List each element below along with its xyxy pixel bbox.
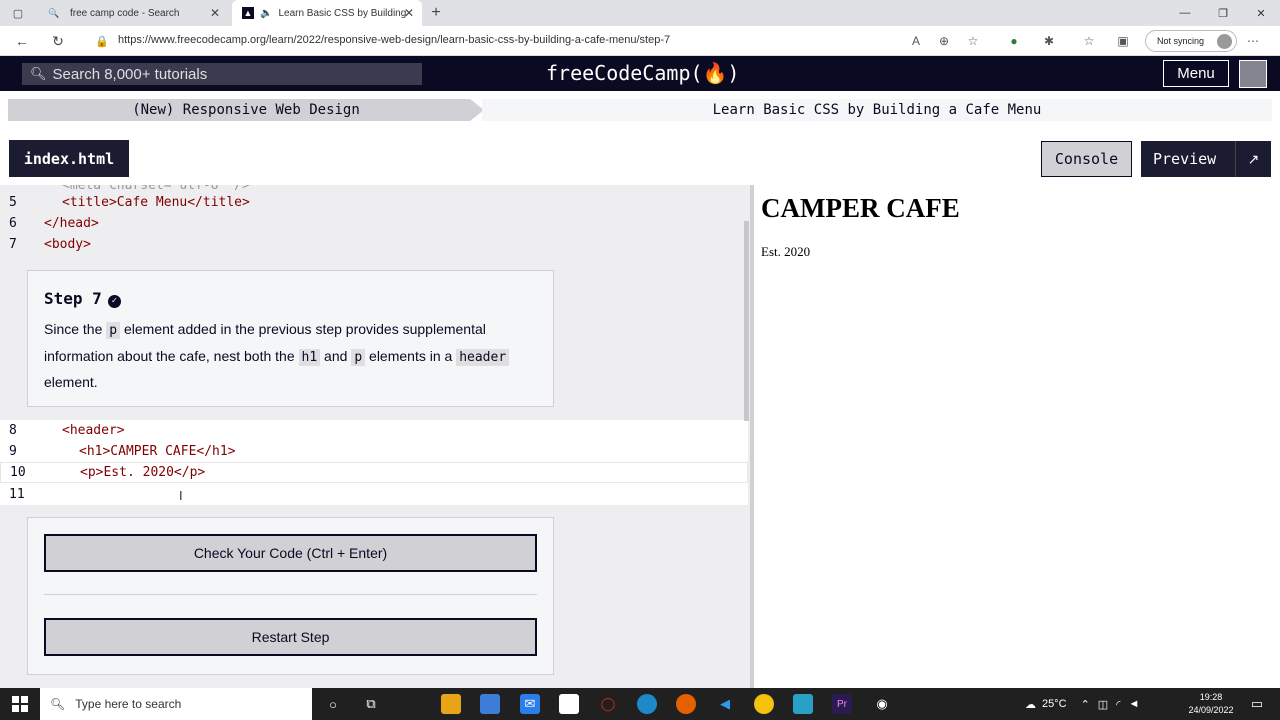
file-explorer-icon[interactable] (441, 694, 461, 714)
mail-icon[interactable]: ✉ (520, 694, 540, 714)
search-placeholder: Search 8,000+ tutorials (52, 65, 208, 83)
maximize-icon[interactable]: ❐ (1204, 0, 1242, 26)
taskbar-search-box[interactable]: 🔍︎ Type here to search (40, 688, 312, 720)
zoom-icon[interactable]: ⊕ (935, 32, 953, 50)
premiere-pro-icon[interactable]: Pr (832, 694, 852, 714)
preview-button[interactable]: Preview ↗ (1141, 141, 1271, 177)
windows-taskbar: 🔍︎ Type here to search ○ ⧉ ✉ ◯ ◀ Pr ◉ ☁ … (0, 688, 1280, 720)
file-tab-index-html[interactable]: index.html (9, 140, 129, 177)
weather-cloud-icon[interactable]: ☁ (1025, 698, 1036, 711)
code-line: 7 <body> (9, 237, 91, 252)
edge-icon[interactable] (637, 694, 657, 714)
read-aloud-icon[interactable]: A (907, 32, 925, 50)
user-avatar[interactable] (1239, 60, 1267, 88)
tab-title: Learn Basic CSS by Building (278, 7, 407, 19)
text-cursor-icon: I (179, 488, 183, 503)
check-code-button[interactable]: Check Your Code (Ctrl + Enter) (44, 534, 537, 572)
back-icon[interactable]: ← (12, 31, 32, 51)
date: 24/09/2022 (1188, 705, 1234, 715)
search-icon: 🔍︎ (30, 66, 47, 81)
minimize-icon[interactable]: — (1166, 0, 1204, 26)
check-circle-icon: ✓ (107, 295, 121, 308)
close-window-icon[interactable]: ✕ (1242, 0, 1280, 26)
breadcrumb-project[interactable]: Learn Basic CSS by Building a Cafe Menu (482, 99, 1272, 121)
cortana-icon[interactable]: ○ (323, 694, 343, 714)
search-favicon-icon: 🔍 (48, 7, 60, 18)
browser-toolbar: ← ↻ 🔒 https://www.freecodecamp.org/learn… (0, 26, 1280, 56)
task-view-icon[interactable]: ⧉ (361, 694, 381, 714)
close-tab-icon[interactable]: ✕ (404, 6, 414, 20)
profile-avatar-icon (1217, 34, 1232, 49)
code-line[interactable]: 11 (0, 484, 748, 505)
profile-sync-button[interactable]: Not syncing (1145, 30, 1237, 52)
code-line-active[interactable]: 10 <p>Est. 2020</p> (0, 462, 748, 483)
restart-step-button[interactable]: Restart Step (44, 618, 537, 656)
preview-paragraph: Est. 2020 (761, 244, 811, 259)
network-icon[interactable]: ◫ (1098, 698, 1108, 711)
app-icon[interactable] (793, 694, 813, 714)
lock-icon[interactable]: 🔒 (92, 31, 112, 51)
editable-code-region[interactable]: 8 <header> 9 <h1>CAMPER CAFE</h1> 10 <p>… (0, 420, 748, 505)
tab-title: free camp code - Search (70, 7, 180, 19)
browser-tab-strip: ▢ 🔍 free camp code - Search ✕ ▲ 🔈 Learn … (0, 0, 1280, 26)
store-icon[interactable] (480, 694, 500, 714)
fcc-navbar: 🔍︎ Search 8,000+ tutorials freeCodeCamp(… (0, 56, 1280, 91)
tutorial-search-input[interactable]: 🔍︎ Search 8,000+ tutorials (22, 63, 422, 85)
close-tab-icon[interactable]: ✕ (210, 6, 220, 20)
new-tab-icon[interactable]: + (426, 3, 446, 23)
code-editor[interactable]: <meta charset="utf-8" /> 5 <title>Cafe M… (0, 185, 750, 688)
address-bar[interactable]: https://www.freecodecamp.org/learn/2022/… (118, 34, 670, 46)
wifi-icon[interactable]: ◜ (1116, 698, 1120, 711)
divider (44, 594, 537, 595)
browser-tab-search[interactable]: 🔍 free camp code - Search ✕ (38, 0, 228, 26)
chrome-icon[interactable] (754, 694, 774, 714)
clock[interactable]: 19:28 24/09/2022 (1186, 691, 1236, 717)
step-title: Step 7 ✓ (44, 289, 121, 308)
chevron-up-icon[interactable]: ⌃ (1081, 698, 1090, 711)
speaker-icon[interactable]: 🔈 (260, 8, 272, 19)
external-link-icon[interactable]: ↗ (1235, 141, 1271, 177)
console-button[interactable]: Console (1041, 141, 1132, 177)
recording-app-icon[interactable]: ◉ (872, 694, 892, 714)
opera-icon[interactable]: ◯ (598, 694, 618, 714)
sync-label: Not syncing (1157, 36, 1205, 46)
preview-heading: CAMPER CAFE (761, 193, 960, 223)
favorites-icon[interactable]: ☆ (1080, 32, 1098, 50)
preview-pane: CAMPER CAFE Est. 2020 (754, 185, 1280, 688)
time: 19:28 (1199, 692, 1223, 702)
step-instructions-panel: Step 7 ✓ Since the p element added in the… (27, 270, 554, 407)
volume-icon[interactable]: ◄ (1128, 698, 1139, 710)
editor-scrollbar[interactable] (744, 221, 749, 421)
extension-icon[interactable]: ● (1005, 32, 1023, 50)
search-icon: 🔍︎ (50, 697, 66, 711)
firefox-icon[interactable] (676, 694, 696, 714)
step-actions-panel: Check Your Code (Ctrl + Enter) Restart S… (27, 517, 554, 675)
collections-icon[interactable]: ▣ (1114, 32, 1132, 50)
refresh-icon[interactable]: ↻ (48, 31, 68, 51)
notepad-icon[interactable] (559, 694, 579, 714)
code-line: 6 </head> (9, 216, 99, 231)
system-tray: ☁ 25°C ⌃ ◫ ◜ ◄ (1025, 688, 1139, 720)
code-line: 5 <title>Cafe Menu</title> (9, 195, 250, 210)
preview-label: Preview (1153, 150, 1217, 168)
tab-actions-icon[interactable]: ▢ (8, 3, 28, 23)
more-options-icon[interactable]: ⋯ (1244, 32, 1262, 50)
window-controls: — ❐ ✕ (1166, 0, 1280, 26)
vscode-icon[interactable]: ◀ (715, 694, 735, 714)
taskbar-search-placeholder: Type here to search (75, 697, 182, 711)
notifications-icon[interactable]: ▭ (1247, 694, 1267, 714)
temperature[interactable]: 25°C (1042, 698, 1067, 710)
windows-start-icon[interactable] (12, 696, 28, 712)
freecodecamp-favicon-icon: ▲ (242, 7, 254, 19)
code-line[interactable]: 9 <h1>CAMPER CAFE</h1> (0, 441, 748, 462)
breadcrumb-course[interactable]: (New) Responsive Web Design (8, 99, 484, 121)
favorite-star-icon[interactable]: ☆ (964, 32, 982, 50)
extensions-puzzle-icon[interactable]: ✱ (1040, 32, 1058, 50)
step-description: Since the p element added in the previou… (44, 317, 539, 395)
fcc-logo[interactable]: freeCodeCamp(🔥) (546, 61, 739, 85)
menu-button[interactable]: Menu (1163, 60, 1229, 87)
browser-tab-fcc[interactable]: ▲ 🔈 Learn Basic CSS by Building ✕ (232, 0, 422, 26)
breadcrumb: (New) Responsive Web Design Learn Basic … (8, 99, 1272, 121)
code-line[interactable]: 8 <header> (0, 420, 748, 441)
